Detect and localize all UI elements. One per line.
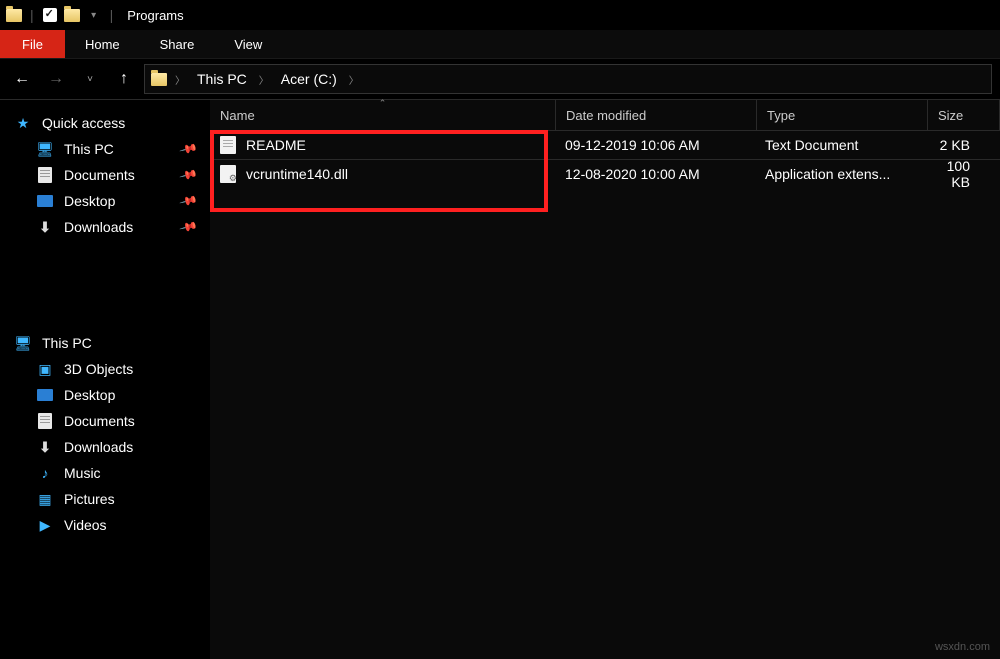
pin-icon: 📌 xyxy=(179,165,199,185)
sidebar-item-label: Music xyxy=(64,465,101,481)
navigation-bar: ← → ˅ ↑ 〉 This PC 〉 Acer (C:) 〉 xyxy=(0,59,1000,100)
sidebar-item-label: Desktop xyxy=(64,387,115,403)
3d-objects-icon: ▣ xyxy=(36,360,54,378)
separator: | xyxy=(110,7,114,23)
file-type: Application extens... xyxy=(755,166,925,182)
checkbox-icon[interactable] xyxy=(42,7,58,23)
file-size: 100 KB xyxy=(925,158,1000,190)
qat-dropdown-icon[interactable]: ▾ xyxy=(86,7,102,23)
column-name[interactable]: Name ⌃ xyxy=(210,100,556,130)
sidebar-item-label: Documents xyxy=(64,413,135,429)
sort-indicator-icon: ⌃ xyxy=(379,98,387,109)
file-row[interactable]: vcruntime140.dll 12-08-2020 10:00 AM App… xyxy=(210,160,1000,188)
watermark: wsxdn.com xyxy=(935,641,990,653)
separator: | xyxy=(30,7,34,23)
this-pc-header[interactable]: 🖥 This PC xyxy=(0,330,210,356)
tab-share[interactable]: Share xyxy=(140,30,215,58)
sidebar-item-desktop[interactable]: Desktop xyxy=(0,382,210,408)
body: ★ Quick access 🖥 This PC 📌 Documents 📌 D… xyxy=(0,100,1000,659)
sidebar-item-desktop[interactable]: Desktop 📌 xyxy=(0,188,210,214)
sidebar-item-label: Documents xyxy=(64,167,135,183)
ribbon-tabs: File Home Share View xyxy=(0,30,1000,59)
sidebar-item-3d-objects[interactable]: ▣ 3D Objects xyxy=(0,356,210,382)
this-pc-label: This PC xyxy=(42,335,92,351)
sidebar-item-downloads[interactable]: ⬇ Downloads xyxy=(0,434,210,460)
document-icon xyxy=(36,412,54,430)
folder-icon xyxy=(6,7,22,23)
tab-view[interactable]: View xyxy=(214,30,282,58)
text-file-icon xyxy=(220,136,236,154)
pictures-icon: ▦ xyxy=(36,490,54,508)
tab-home[interactable]: Home xyxy=(65,30,140,58)
file-rows: README 09-12-2019 10:06 AM Text Document… xyxy=(210,131,1000,188)
file-type: Text Document xyxy=(755,137,925,153)
sidebar-item-music[interactable]: ♪ Music xyxy=(0,460,210,486)
sidebar-item-label: This PC xyxy=(64,141,114,157)
back-button[interactable]: ← xyxy=(8,65,36,93)
desktop-icon xyxy=(36,192,54,210)
pin-icon: 📌 xyxy=(179,217,199,237)
quick-access-header[interactable]: ★ Quick access xyxy=(0,110,210,136)
sidebar-item-documents[interactable]: Documents xyxy=(0,408,210,434)
forward-button[interactable]: → xyxy=(42,65,70,93)
navigation-pane: ★ Quick access 🖥 This PC 📌 Documents 📌 D… xyxy=(0,100,210,659)
chevron-right-icon[interactable]: 〉 xyxy=(349,72,359,87)
desktop-icon xyxy=(36,386,54,404)
sidebar-item-pictures[interactable]: ▦ Pictures xyxy=(0,486,210,512)
column-date[interactable]: Date modified xyxy=(556,100,757,130)
column-label: Name xyxy=(220,108,255,123)
file-list-pane: Name ⌃ Date modified Type Size README 09… xyxy=(210,100,1000,659)
music-icon: ♪ xyxy=(36,464,54,482)
this-pc-group: 🖥 This PC ▣ 3D Objects Desktop Documents… xyxy=(0,330,210,538)
pin-icon: 📌 xyxy=(179,191,199,211)
up-button[interactable]: ↑ xyxy=(110,65,138,93)
quick-access-label: Quick access xyxy=(42,115,125,131)
folder-icon xyxy=(151,71,167,87)
sidebar-item-videos[interactable]: ▶ Videos xyxy=(0,512,210,538)
star-icon: ★ xyxy=(14,114,32,132)
sidebar-item-label: Downloads xyxy=(64,439,133,455)
dll-file-icon xyxy=(220,165,236,183)
sidebar-item-label: 3D Objects xyxy=(64,361,133,377)
file-date: 09-12-2019 10:06 AM xyxy=(555,137,755,153)
pc-icon: 🖥 xyxy=(14,334,32,352)
sidebar-item-documents[interactable]: Documents 📌 xyxy=(0,162,210,188)
column-type[interactable]: Type xyxy=(757,100,928,130)
recent-dropdown-icon[interactable]: ˅ xyxy=(76,65,104,93)
folder-icon xyxy=(64,7,80,23)
pin-icon: 📌 xyxy=(179,139,199,159)
address-bar[interactable]: 〉 This PC 〉 Acer (C:) 〉 xyxy=(144,64,992,94)
file-name: README xyxy=(246,137,306,153)
explorer-window: | ▾ | Programs File Home Share View ← → … xyxy=(0,0,1000,659)
chevron-right-icon[interactable]: 〉 xyxy=(175,72,185,87)
column-size[interactable]: Size xyxy=(928,100,1000,130)
column-headers: Name ⌃ Date modified Type Size xyxy=(210,100,1000,131)
download-icon: ⬇ xyxy=(36,438,54,456)
file-size: 2 KB xyxy=(925,137,1000,153)
sidebar-item-label: Pictures xyxy=(64,491,115,507)
videos-icon: ▶ xyxy=(36,516,54,534)
file-row[interactable]: README 09-12-2019 10:06 AM Text Document… xyxy=(210,131,1000,160)
sidebar-item-label: Desktop xyxy=(64,193,115,209)
document-icon xyxy=(36,166,54,184)
file-date: 12-08-2020 10:00 AM xyxy=(555,166,755,182)
chevron-right-icon[interactable]: 〉 xyxy=(259,72,269,87)
tab-file[interactable]: File xyxy=(0,30,65,58)
pc-icon: 🖥 xyxy=(36,140,54,158)
sidebar-item-label: Downloads xyxy=(64,219,133,235)
window-title: Programs xyxy=(127,8,183,23)
sidebar-item-this-pc[interactable]: 🖥 This PC 📌 xyxy=(0,136,210,162)
download-icon: ⬇ xyxy=(36,218,54,236)
sidebar-item-downloads[interactable]: ⬇ Downloads 📌 xyxy=(0,214,210,240)
quick-access-group: ★ Quick access 🖥 This PC 📌 Documents 📌 D… xyxy=(0,110,210,240)
breadcrumb-this-pc[interactable]: This PC xyxy=(193,69,251,89)
title-bar: | ▾ | Programs xyxy=(0,0,1000,30)
breadcrumb-drive[interactable]: Acer (C:) xyxy=(277,69,341,89)
file-name: vcruntime140.dll xyxy=(246,166,348,182)
sidebar-item-label: Videos xyxy=(64,517,107,533)
